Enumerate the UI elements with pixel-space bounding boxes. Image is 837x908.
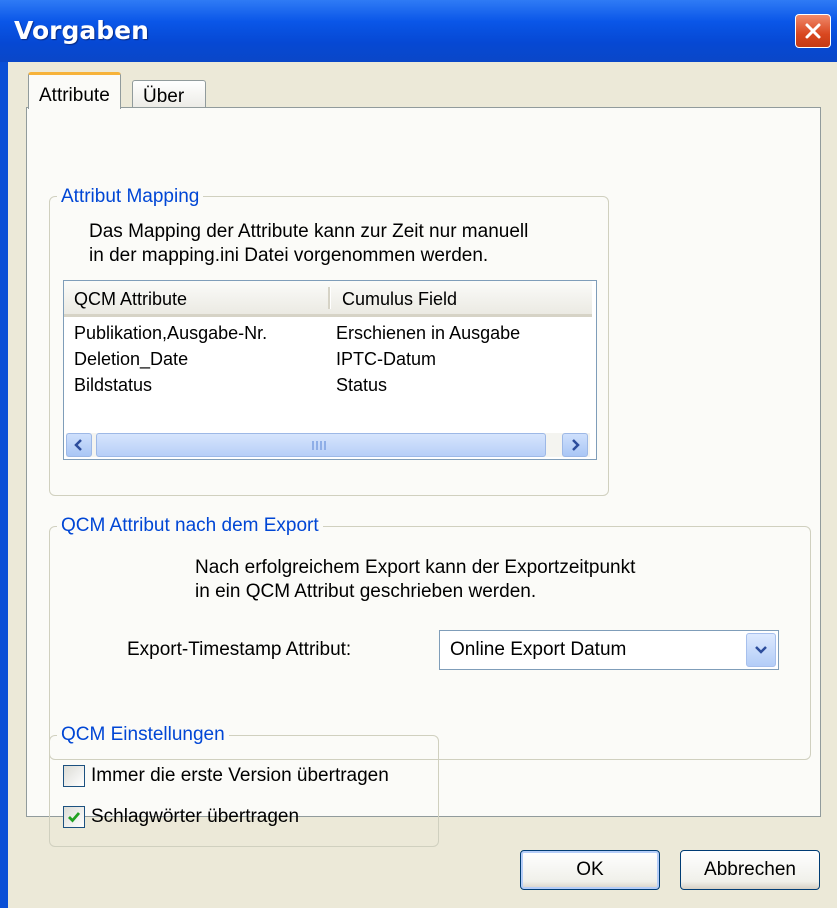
scroll-left-button[interactable] <box>66 433 92 457</box>
column-separator[interactable] <box>328 287 331 309</box>
mapping-description-line1: Das Mapping der Attribute kann zur Zeit … <box>89 221 529 242</box>
grip-icon <box>312 441 326 450</box>
einstellungen-group <box>49 735 439 847</box>
export-timestamp-select[interactable]: Online Export Datum <box>439 630 779 670</box>
arrow-right-icon <box>572 439 580 451</box>
einstellungen-legend: QCM Einstellungen <box>57 724 229 746</box>
column-header-qcm-attribute[interactable]: QCM Attribute <box>74 289 187 310</box>
checkbox-box[interactable] <box>63 765 85 787</box>
checkbox-box-checked[interactable] <box>63 806 85 828</box>
table-row[interactable]: Bildstatus Status <box>64 373 592 399</box>
table-row[interactable]: Publikation,Ausgabe-Nr. Erschienen in Au… <box>64 321 592 347</box>
column-header-cumulus-field[interactable]: Cumulus Field <box>342 289 457 310</box>
mapping-list[interactable]: QCM Attribute Cumulus Field Publikation,… <box>63 280 597 460</box>
table-cell: IPTC-Datum <box>336 349 437 369</box>
window-title: Vorgaben <box>14 16 149 45</box>
chevron-down-icon <box>755 646 767 654</box>
mapping-description-line2: in der mapping.ini Datei vorgenommen wer… <box>89 245 489 266</box>
checkbox-label[interactable]: Schlagwörter übertragen <box>91 806 299 828</box>
export-group-legend: QCM Attribut nach dem Export <box>57 515 323 537</box>
tab-ueber[interactable]: Über <box>132 80 206 108</box>
tab-attribute-label: Attribute <box>39 85 110 106</box>
title-bar[interactable]: Vorgaben <box>0 0 837 62</box>
scrollbar-thumb[interactable] <box>96 433 546 457</box>
horizontal-scrollbar[interactable] <box>66 433 590 457</box>
export-timestamp-label: Export-Timestamp Attribut: <box>127 639 352 660</box>
tab-ueber-label: Über <box>143 86 185 107</box>
dialog-body: Attribute Über Attribut Mapping Das Mapp… <box>8 62 837 908</box>
cancel-button[interactable]: Abbrechen <box>680 850 820 890</box>
close-icon <box>805 23 821 39</box>
export-timestamp-value: Online Export Datum <box>450 639 627 660</box>
list-header: QCM Attribute Cumulus Field <box>64 281 592 317</box>
table-cell: Erschienen in Ausgabe <box>336 323 521 343</box>
tab-attribute[interactable]: Attribute <box>28 72 121 109</box>
export-description-line2: in ein QCM Attribut geschrieben werden. <box>195 581 537 602</box>
checkmark-icon <box>68 812 81 823</box>
dialog-window: Vorgaben Attribute Über Attribut Mapping… <box>0 0 837 908</box>
table-row[interactable]: Deletion_Date IPTC-Datum <box>64 347 592 373</box>
ok-button[interactable]: OK <box>520 850 660 890</box>
export-description-line1: Nach erfolgreichem Export kann der Expor… <box>195 557 636 578</box>
table-cell: Deletion_Date <box>74 349 189 369</box>
close-button[interactable] <box>795 14 831 48</box>
scroll-right-button[interactable] <box>562 433 588 457</box>
arrow-left-icon <box>74 439 82 451</box>
checkbox-label[interactable]: Immer die erste Version übertragen <box>91 765 389 787</box>
tab-panel-attribute: Attribut Mapping Das Mapping der Attribu… <box>26 107 821 847</box>
table-cell: Bildstatus <box>74 375 153 395</box>
attribut-mapping-legend: Attribut Mapping <box>57 186 204 208</box>
dropdown-button[interactable] <box>746 633 776 667</box>
table-cell: Status <box>336 375 388 395</box>
table-cell: Publikation,Ausgabe-Nr. <box>74 323 268 343</box>
